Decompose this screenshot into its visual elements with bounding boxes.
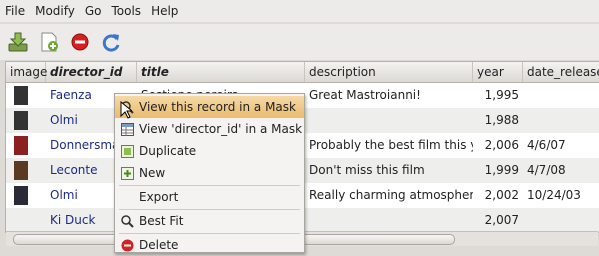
cell-date-release[interactable]: 4/7/08 — [523, 158, 599, 183]
cell-description[interactable]: Really charming atmosphere... — [305, 183, 473, 208]
movie-poster-thumbnail — [14, 161, 28, 180]
menu-item-best-fit[interactable]: Best Fit — [115, 210, 304, 232]
duplicate-icon — [120, 144, 134, 158]
stop-icon — [71, 33, 89, 51]
menu-item-delete[interactable]: Delete — [115, 234, 304, 256]
menu-item-label: Duplicate — [139, 144, 197, 158]
cell-year[interactable]: 1,999 — [473, 158, 523, 183]
download-button[interactable] — [5, 29, 31, 55]
column-header-director-id[interactable]: director_id — [46, 62, 137, 82]
stop-button[interactable] — [67, 29, 93, 55]
column-header-title[interactable]: title — [137, 62, 305, 82]
menu-item-label: Delete — [139, 238, 179, 252]
new-record-icon — [120, 166, 134, 180]
menu-item-view-director-in-mask[interactable]: View 'director_id' in a Mask — [115, 118, 304, 140]
cell-date-release[interactable]: 4/6/07 — [523, 133, 599, 158]
refresh-button[interactable] — [98, 29, 124, 55]
new-document-button[interactable] — [36, 29, 62, 55]
menu-item-label: Best Fit — [139, 214, 184, 228]
table-icon — [120, 122, 134, 136]
cell-date-release[interactable] — [523, 208, 599, 232]
magnifier-icon — [120, 214, 134, 228]
cell-date-release[interactable]: 10/24/03 — [523, 183, 599, 208]
menu-item-export[interactable]: Export — [115, 186, 304, 208]
delete-icon — [120, 238, 134, 252]
menu-item-new[interactable]: New — [115, 162, 304, 184]
cell-year[interactable]: 1,988 — [473, 108, 523, 133]
cell-description[interactable]: Great Mastroianni! — [305, 83, 473, 108]
new-document-icon — [41, 32, 58, 52]
cell-description[interactable] — [305, 108, 473, 133]
movie-poster-thumbnail — [14, 186, 28, 205]
cell-description[interactable] — [305, 208, 473, 232]
menu-help[interactable]: Help — [146, 4, 183, 18]
menu-item-label: View this record in a Mask — [139, 100, 296, 114]
menu-item-label: View 'director_id' in a Mask — [139, 122, 303, 136]
toolbar — [0, 24, 599, 60]
mouse-pointer-icon — [120, 101, 132, 119]
column-header-date-release[interactable]: date_release — [523, 62, 599, 82]
cell-year[interactable]: 2,006 — [473, 133, 523, 158]
column-header-image[interactable]: image — [6, 62, 47, 82]
cell-description[interactable]: Don't miss this film — [305, 158, 473, 183]
grid-header: image director_id title description year… — [6, 62, 599, 83]
cell-date-release[interactable] — [523, 108, 599, 133]
download-icon — [8, 32, 28, 52]
cell-year[interactable]: 2,002 — [473, 183, 523, 208]
menu-item-duplicate[interactable]: Duplicate — [115, 140, 304, 162]
menu-item-label: Export — [139, 190, 179, 204]
cell-date-release[interactable] — [523, 83, 599, 108]
menu-go[interactable]: Go — [80, 4, 107, 18]
cell-description[interactable]: Probably the best film this y... — [305, 133, 473, 158]
movie-poster-thumbnail — [14, 86, 28, 105]
column-header-year[interactable]: year — [473, 62, 523, 82]
menu-tools[interactable]: Tools — [107, 4, 147, 18]
context-menu: View this record in a Mask View 'directo… — [114, 93, 305, 253]
column-header-description[interactable]: description — [305, 62, 473, 82]
cell-year[interactable]: 2,007 — [473, 208, 523, 232]
menu-modify[interactable]: Modify — [30, 4, 80, 18]
refresh-icon — [102, 34, 120, 52]
cell-year[interactable]: 1,995 — [473, 83, 523, 108]
menu-item-label: New — [139, 166, 166, 180]
movie-poster-thumbnail — [14, 136, 28, 155]
export-icon-placeholder — [120, 190, 134, 204]
movie-poster-thumbnail — [14, 111, 28, 130]
menu-item-view-record-in-mask[interactable]: View this record in a Mask — [115, 96, 304, 118]
menu-file[interactable]: File — [0, 4, 30, 18]
menubar: File Modify Go Tools Help — [0, 0, 599, 22]
